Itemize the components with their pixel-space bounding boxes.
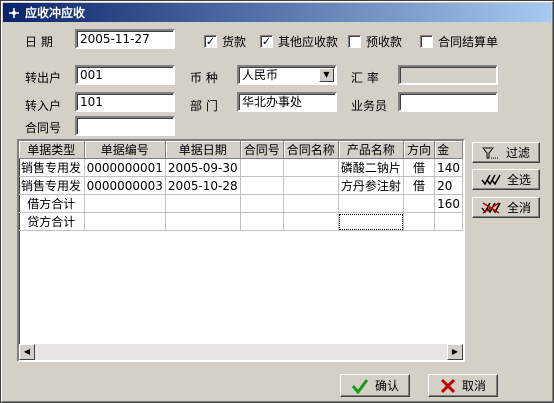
table-cell[interactable] bbox=[84, 212, 166, 231]
rate-label: 汇 率 bbox=[351, 71, 379, 85]
checkbox-goods-box[interactable]: ✓ bbox=[204, 35, 217, 48]
contract-field[interactable] bbox=[75, 116, 175, 136]
from-account-field[interactable]: 001 bbox=[75, 65, 175, 85]
checkbox-contract-settlement[interactable]: 合同结算单 bbox=[420, 33, 498, 50]
table-row[interactable]: 借方合计 160 bbox=[19, 194, 463, 213]
table-cell[interactable] bbox=[283, 158, 339, 177]
select-all-label: 全选 bbox=[506, 173, 531, 187]
table-cell-focused[interactable] bbox=[338, 212, 405, 231]
filter-button[interactable]: 过滤 bbox=[472, 142, 540, 163]
cancel-button[interactable]: 取消 bbox=[428, 374, 498, 397]
column-header[interactable]: 单据类型 bbox=[19, 141, 85, 159]
checkbox-prepaid-box[interactable] bbox=[348, 35, 361, 48]
currency-value: 人民币 bbox=[242, 68, 279, 82]
table-cell[interactable]: 磷酸二钠片 bbox=[338, 158, 405, 177]
rate-field bbox=[398, 65, 498, 85]
window-title: 应收冲应收 bbox=[25, 6, 86, 20]
voucher-table: 单据类型 单据编号 单据日期 合同号 合同名称 产品名称 方向 金 销售专用发 … bbox=[19, 141, 463, 231]
to-account-label: 转入户 bbox=[25, 99, 62, 113]
to-account-field[interactable]: 101 bbox=[75, 92, 175, 112]
window-menu-icon[interactable] bbox=[7, 6, 21, 20]
table-cell[interactable] bbox=[165, 194, 241, 213]
department-field[interactable]: 华北办事处 bbox=[237, 92, 337, 112]
table-cell[interactable]: 20 bbox=[434, 176, 463, 195]
table-cell[interactable]: 借 bbox=[403, 158, 436, 177]
select-all-button[interactable]: 全选 bbox=[472, 169, 540, 190]
currency-select[interactable]: 人民币 ▼ bbox=[237, 65, 337, 85]
table-cell[interactable]: 贷方合计 bbox=[19, 212, 85, 231]
checkbox-other-receivable-label: 其他应收款 bbox=[278, 35, 339, 49]
salesman-label: 业务员 bbox=[351, 99, 388, 113]
checkbox-contract-settlement-label: 合同结算单 bbox=[438, 35, 499, 49]
table-cell[interactable] bbox=[240, 158, 284, 177]
table-cell[interactable]: 销售专用发 bbox=[19, 176, 85, 195]
table-cell[interactable]: 2005-10-28 bbox=[165, 176, 241, 195]
table-cell[interactable] bbox=[283, 194, 339, 213]
table-cell[interactable] bbox=[434, 212, 463, 231]
close-icon bbox=[440, 378, 456, 394]
checkbox-goods-label: 货款 bbox=[222, 35, 247, 49]
table-cell[interactable]: 0000000003 bbox=[84, 176, 166, 195]
table-cell[interactable]: 借 bbox=[403, 176, 436, 195]
clear-all-icon bbox=[481, 201, 501, 214]
chevron-down-icon[interactable]: ▼ bbox=[319, 68, 334, 82]
dialog-window: 应收冲应收 日 期 2005-11-27 ✓ 货款 ✓ 其他应收款 预收款 合同… bbox=[0, 0, 554, 403]
title-bar[interactable]: 应收冲应收 bbox=[3, 3, 551, 22]
check-icon bbox=[351, 378, 369, 394]
table-cell[interactable]: 销售专用发 bbox=[19, 158, 85, 177]
select-all-icon bbox=[481, 174, 501, 186]
filter-label: 过滤 bbox=[505, 146, 530, 160]
grid-header-row: 单据类型 单据编号 单据日期 合同号 合同名称 产品名称 方向 金 bbox=[19, 141, 463, 159]
voucher-grid[interactable]: 单据类型 单据编号 单据日期 合同号 合同名称 产品名称 方向 金 销售专用发 … bbox=[17, 139, 465, 362]
column-header[interactable]: 方向 bbox=[403, 141, 436, 159]
table-row[interactable]: 销售专用发 0000000001 2005-09-30 磷酸二钠片 借 140 bbox=[19, 158, 463, 177]
horizontal-scrollbar[interactable]: ◀ ▶ bbox=[19, 344, 463, 360]
currency-label: 币 种 bbox=[190, 71, 218, 85]
column-header[interactable]: 单据编号 bbox=[84, 141, 166, 159]
table-row[interactable]: 销售专用发 0000000003 2005-10-28 方丹参注射 借 20 bbox=[19, 176, 463, 195]
checkbox-other-receivable-box[interactable]: ✓ bbox=[260, 35, 273, 48]
checkbox-goods[interactable]: ✓ 货款 bbox=[204, 33, 246, 50]
checkbox-other-receivable[interactable]: ✓ 其他应收款 bbox=[260, 33, 338, 50]
date-field[interactable]: 2005-11-27 bbox=[75, 29, 175, 49]
table-cell[interactable] bbox=[338, 194, 405, 213]
table-cell[interactable]: 0000000001 bbox=[84, 158, 166, 177]
filter-icon bbox=[481, 147, 500, 159]
table-cell[interactable] bbox=[403, 212, 436, 231]
table-row[interactable]: 贷方合计 bbox=[19, 212, 463, 231]
table-cell[interactable] bbox=[283, 176, 339, 195]
table-cell[interactable]: 140 bbox=[434, 158, 463, 177]
column-header[interactable]: 产品名称 bbox=[338, 141, 405, 159]
date-label: 日 期 bbox=[25, 35, 53, 49]
table-cell[interactable] bbox=[283, 212, 339, 231]
table-cell[interactable] bbox=[403, 194, 436, 213]
checkbox-prepaid-label: 预收款 bbox=[366, 35, 403, 49]
table-cell[interactable] bbox=[240, 212, 284, 231]
table-cell[interactable]: 方丹参注射 bbox=[338, 176, 405, 195]
ok-label: 确认 bbox=[374, 379, 399, 393]
cancel-label: 取消 bbox=[461, 379, 486, 393]
checkbox-prepaid[interactable]: 预收款 bbox=[348, 33, 402, 50]
ok-button[interactable]: 确认 bbox=[340, 374, 410, 397]
contract-label: 合同号 bbox=[25, 121, 62, 135]
table-cell[interactable]: 160 bbox=[434, 194, 463, 213]
table-cell[interactable] bbox=[165, 212, 241, 231]
table-cell[interactable]: 2005-09-30 bbox=[165, 158, 241, 177]
table-cell[interactable]: 借方合计 bbox=[19, 194, 85, 213]
table-cell[interactable] bbox=[240, 176, 284, 195]
salesman-field[interactable] bbox=[398, 92, 498, 112]
column-header[interactable]: 合同号 bbox=[240, 141, 284, 159]
table-cell[interactable] bbox=[240, 194, 284, 213]
clear-all-button[interactable]: 全消 bbox=[472, 197, 540, 218]
department-label: 部 门 bbox=[190, 99, 218, 113]
scroll-left-icon[interactable]: ◀ bbox=[19, 344, 35, 360]
column-header[interactable]: 金 bbox=[434, 141, 463, 159]
from-account-label: 转出户 bbox=[25, 71, 62, 85]
column-header[interactable]: 合同名称 bbox=[283, 141, 339, 159]
column-header[interactable]: 单据日期 bbox=[165, 141, 241, 159]
checkbox-contract-settlement-box[interactable] bbox=[420, 35, 433, 48]
scroll-right-icon[interactable]: ▶ bbox=[447, 344, 463, 360]
table-cell[interactable] bbox=[84, 194, 166, 213]
clear-all-label: 全消 bbox=[506, 201, 531, 215]
